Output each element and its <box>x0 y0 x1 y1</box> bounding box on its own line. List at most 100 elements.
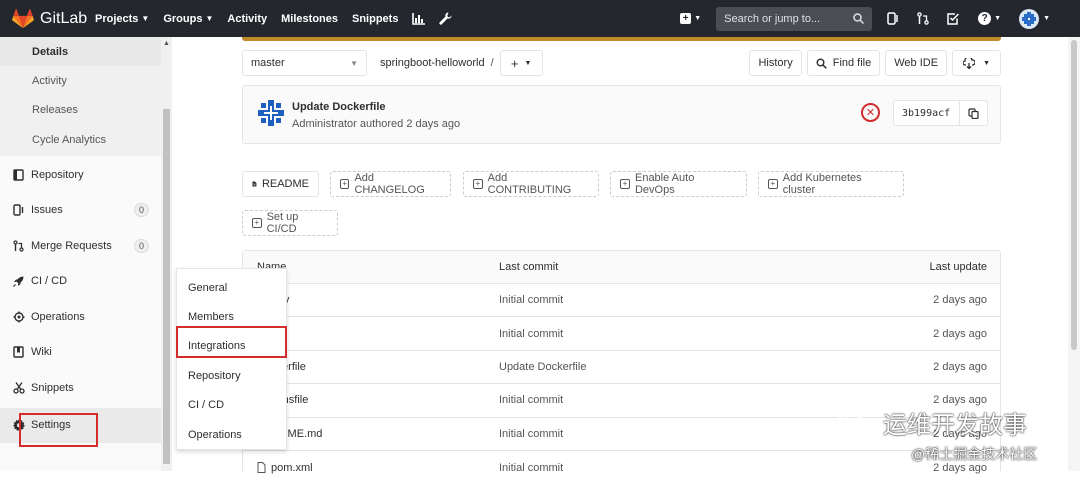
plus-square-icon: + <box>252 218 262 228</box>
enable-auto-devops-label: Enable Auto DevOps <box>634 172 695 196</box>
file-last-update: 2 days ago <box>933 294 987 307</box>
plus-square-icon: + <box>680 13 692 24</box>
settings-menu-ci-cd[interactable]: CI / CD <box>177 391 286 420</box>
commit-sha[interactable]: 3b199acf <box>894 108 959 119</box>
clone-dropdown[interactable]: ▼ <box>952 50 1001 76</box>
nav-activity[interactable]: Activity <box>227 13 267 25</box>
page-scrollbar[interactable] <box>1068 37 1080 471</box>
history-button[interactable]: History <box>749 50 802 76</box>
table-row[interactable]: main Initial commit 2 days ago <box>243 317 1000 351</box>
col-last-commit: Last commit <box>499 261 559 273</box>
branch-selector[interactable]: master ▼ <box>242 50 367 76</box>
file-last-commit[interactable]: Initial commit <box>499 428 563 440</box>
settings-menu-general[interactable]: General <box>177 273 286 302</box>
file-last-commit[interactable]: Initial commit <box>499 394 563 406</box>
sidebar-item-label: Issues <box>31 204 63 217</box>
wechat-icon <box>838 410 871 434</box>
todos-nav-icon[interactable] <box>938 0 969 37</box>
sidebar-item-snippets[interactable]: Snippets <box>0 370 161 406</box>
enable-auto-devops-button[interactable]: + Enable Auto DevOps <box>610 171 747 197</box>
sidebar-item-label: Merge Requests <box>31 239 112 252</box>
subnav-activity[interactable]: Activity <box>0 66 161 95</box>
repository-icon <box>12 168 25 181</box>
gitlab-brand[interactable]: GitLab <box>0 8 95 29</box>
watermark: 运维开发故事 @稀土掘金技术社区 <box>837 405 1037 464</box>
sidebar-item-ci-cd[interactable]: CI / CD <box>0 264 161 300</box>
search-input[interactable]: Search or jump to... <box>716 6 873 31</box>
page-scrollbar-thumb[interactable] <box>1071 40 1077 350</box>
plus-square-icon: + <box>620 179 630 189</box>
breadcrumb-project[interactable]: springboot-helloworld <box>380 57 485 69</box>
subnav-cycle-analytics[interactable]: Cycle Analytics <box>0 124 161 156</box>
nav-milestones[interactable]: Milestones <box>281 13 338 25</box>
file-name[interactable]: pom.xml <box>271 462 313 474</box>
pipeline-failed-icon[interactable]: ✕ <box>861 103 880 122</box>
scroll-up-arrow-icon[interactable]: ▲ <box>163 40 170 47</box>
add-changelog-button[interactable]: + Add CHANGELOG <box>330 171 451 197</box>
merge-requests-nav-icon[interactable] <box>908 0 938 37</box>
file-icon <box>252 181 257 187</box>
operations-icon <box>12 310 25 323</box>
project-subnav: Details Activity Releases Cycle Analytic… <box>0 37 161 156</box>
sidebar-item-repository[interactable]: Repository <box>0 157 161 193</box>
tree-action-buttons: History Find file Web IDE ▼ <box>744 50 1001 76</box>
file-last-commit[interactable]: Initial commit <box>499 328 563 340</box>
new-item-dropdown[interactable]: + ▼ <box>671 0 710 37</box>
find-file-button[interactable]: Find file <box>806 50 881 76</box>
project-accent-bar <box>242 37 1001 41</box>
user-menu[interactable]: ▼ <box>1010 0 1080 37</box>
chevron-down-icon: ▼ <box>141 14 150 23</box>
sidebar-item-merge-requests[interactable]: Merge Requests 0 <box>0 228 161 264</box>
subnav-details[interactable]: Details <box>0 37 161 66</box>
add-to-tree-dropdown[interactable]: + ▼ <box>499 50 543 76</box>
add-kubernetes-cluster-button[interactable]: + Add Kubernetes cluster <box>758 171 904 197</box>
nav-projects[interactable]: Projects ▼ <box>95 13 149 25</box>
sidebar-item-wiki[interactable]: Wiki <box>0 335 161 371</box>
copy-sha-button[interactable] <box>959 101 987 125</box>
nav-groups[interactable]: Groups ▼ <box>163 13 213 25</box>
branch-name: master <box>251 57 285 69</box>
find-file-button-label: Find file <box>832 57 872 69</box>
settings-flyout-menu: General Members Integrations Repository … <box>176 268 287 450</box>
table-row[interactable]: deploy Initial commit 2 days ago <box>243 284 1000 318</box>
watermark-subtitle: @稀土掘金技术社区 <box>911 446 1038 462</box>
sidebar-item-operations[interactable]: Operations <box>0 299 161 335</box>
nav-snippets[interactable]: Snippets <box>352 13 398 25</box>
sidebar-item-issues[interactable]: Issues 0 <box>0 193 161 229</box>
commit-sha-group: 3b199acf <box>893 100 988 126</box>
download-icon <box>963 57 976 69</box>
chevron-down-icon: ▼ <box>983 59 990 67</box>
chart-icon[interactable] <box>412 12 426 25</box>
add-changelog-label: Add CHANGELOG <box>354 172 425 196</box>
help-dropdown[interactable]: ? ▼ <box>969 0 1010 37</box>
sidebar-scrollbar[interactable]: ▲ <box>161 37 172 471</box>
sidebar-item-label: Snippets <box>31 381 74 394</box>
commit-title[interactable]: Update Dockerfile <box>292 101 386 113</box>
add-contributing-button[interactable]: + Add CONTRIBUTING <box>463 171 599 197</box>
web-ide-button[interactable]: Web IDE <box>885 50 948 76</box>
plus-square-icon: + <box>768 179 778 189</box>
file-last-commit[interactable]: Initial commit <box>499 462 563 474</box>
settings-menu-repository[interactable]: Repository <box>177 361 286 390</box>
readme-button[interactable]: README <box>242 171 319 197</box>
wrench-icon[interactable] <box>439 12 452 25</box>
nav-snippets-label: Snippets <box>352 12 399 25</box>
file-last-commit[interactable]: Initial commit <box>499 294 563 306</box>
table-row[interactable]: Dockerfile Update Dockerfile 2 days ago <box>243 351 1000 385</box>
settings-menu-operations[interactable]: Operations <box>177 420 286 449</box>
readme-button-label: README <box>261 178 309 190</box>
setup-ci-cd-button[interactable]: + Set up CI/CD <box>242 210 338 236</box>
sidebar-item-label: Operations <box>31 310 85 323</box>
issues-count-badge: 0 <box>133 203 149 218</box>
sidebar-scrollbar-thumb[interactable] <box>163 109 170 464</box>
file-last-update: 2 days ago <box>933 360 987 373</box>
nav-groups-label: Groups <box>163 12 203 25</box>
nav-activity-label: Activity <box>227 12 268 25</box>
issues-nav-icon[interactable] <box>878 0 908 37</box>
subnav-releases[interactable]: Releases <box>0 95 161 124</box>
file-last-commit[interactable]: Update Dockerfile <box>499 361 586 373</box>
setup-ci-cd-label: Set up CI/CD <box>266 211 299 235</box>
avatar <box>1019 8 1040 29</box>
plus-square-icon: + <box>473 179 483 189</box>
sidebar-item-label: CI / CD <box>31 275 68 288</box>
